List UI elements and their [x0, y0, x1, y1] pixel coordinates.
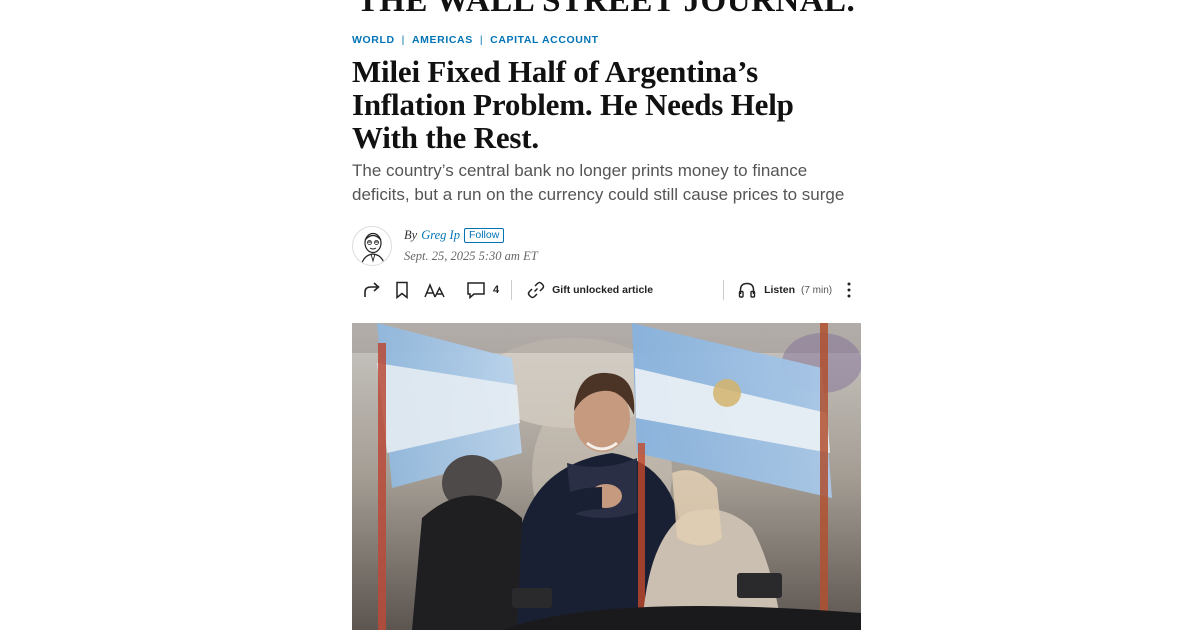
breadcrumb: WORLD | AMERICAS | CAPITAL ACCOUNT: [352, 34, 599, 46]
byline: By Greg Ip Follow Sept. 25, 2025 5:30 am…: [352, 226, 538, 266]
masthead[interactable]: THE WALL STREET JOURNAL.: [352, 0, 860, 16]
breadcrumb-item-capital-account[interactable]: CAPITAL ACCOUNT: [490, 34, 599, 46]
publish-timestamp: Sept. 25, 2025 5:30 am ET: [404, 249, 538, 263]
link-icon: [527, 281, 545, 299]
listen-button[interactable]: Listen (7 min): [738, 281, 832, 299]
article-toolbar: 4 Gift unlocked article Listen (7 min): [352, 278, 862, 302]
toolbar-divider: [511, 280, 513, 300]
follow-button[interactable]: Follow: [463, 228, 505, 243]
text-size-icon: [424, 283, 445, 298]
more-options-button[interactable]: [846, 281, 852, 299]
breadcrumb-separator: |: [401, 34, 405, 46]
article-dek: The country’s central bank no longer pri…: [352, 161, 845, 204]
share-icon: [364, 282, 380, 297]
more-vertical-icon: [847, 282, 851, 298]
byline-prefix: By: [404, 228, 418, 242]
listen-label: Listen: [764, 284, 795, 296]
headphones-icon: [738, 282, 756, 298]
comments-count: 4: [493, 284, 500, 296]
bookmark-button[interactable]: [395, 281, 409, 299]
comments-button[interactable]: 4: [466, 281, 499, 299]
masthead-title: THE WALL STREET JOURNAL.: [352, 0, 860, 16]
author-link[interactable]: Greg Ip: [421, 228, 460, 243]
listen-duration: (7 min): [801, 284, 833, 296]
breadcrumb-item-world[interactable]: WORLD: [352, 34, 395, 46]
share-button[interactable]: [362, 281, 382, 299]
gift-article-button[interactable]: Gift unlocked article: [526, 280, 653, 300]
bookmark-icon: [396, 281, 408, 299]
author-avatar[interactable]: [352, 226, 392, 266]
breadcrumb-separator: |: [479, 34, 484, 46]
hero-image[interactable]: [352, 323, 861, 630]
text-size-button[interactable]: [424, 281, 446, 299]
toolbar-divider: [723, 280, 725, 300]
breadcrumb-item-americas[interactable]: AMERICAS: [412, 34, 473, 46]
comment-icon: [467, 282, 485, 299]
gift-article-label: Gift unlocked article: [552, 284, 654, 296]
article-headline: Milei Fixed Half of Argentina’s Inflatio…: [352, 54, 794, 155]
